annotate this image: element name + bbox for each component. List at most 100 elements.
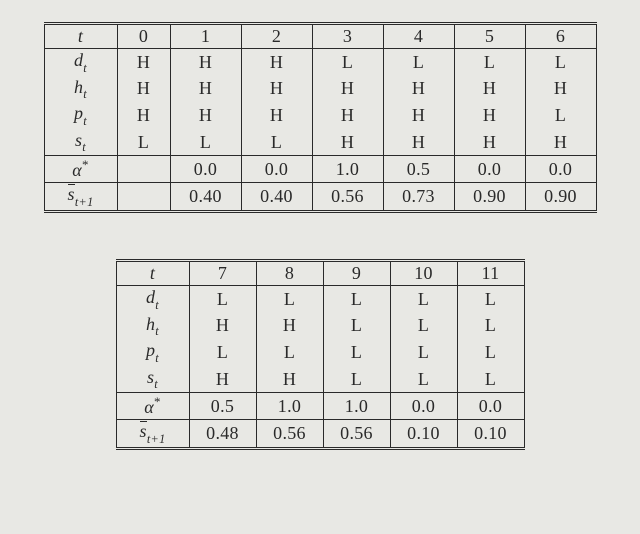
- cell: H: [189, 313, 256, 340]
- cell: 0.5: [189, 393, 256, 420]
- cell: H: [525, 129, 596, 156]
- header-alpha: α*: [116, 393, 189, 420]
- cell: 1.0: [323, 393, 390, 420]
- cell: H: [312, 129, 383, 156]
- cell: 2: [241, 24, 312, 49]
- cell: H: [189, 366, 256, 393]
- header-t: t: [44, 24, 117, 49]
- cell: 0.0: [457, 393, 524, 420]
- cell: H: [383, 76, 454, 103]
- cell: H: [117, 49, 170, 76]
- cell: H: [383, 102, 454, 129]
- cell: 5: [454, 24, 525, 49]
- cell: L: [256, 285, 323, 312]
- cell: 0.0: [241, 156, 312, 183]
- cell: H: [241, 102, 312, 129]
- cell: L: [323, 366, 390, 393]
- header-sbar: st+1: [44, 183, 117, 212]
- cell: 0.40: [241, 183, 312, 212]
- cell: 0.56: [323, 420, 390, 449]
- cell: L: [454, 49, 525, 76]
- table-row: pt H H H H H H L: [44, 102, 596, 129]
- cell: L: [457, 313, 524, 340]
- header-pt: pt: [44, 102, 117, 129]
- cell: 0.0: [390, 393, 457, 420]
- cell: H: [170, 102, 241, 129]
- table-row: α* 0.0 0.0 1.0 0.5 0.0 0.0: [44, 156, 596, 183]
- cell: 3: [312, 24, 383, 49]
- table-row: st+1 0.40 0.40 0.56 0.73 0.90 0.90: [44, 183, 596, 212]
- cell: H: [256, 366, 323, 393]
- cell: 0.73: [383, 183, 454, 212]
- table-2-wrap: t 7 8 9 10 11 dt L L L L L ht H H L L L …: [116, 259, 525, 450]
- cell: H: [256, 313, 323, 340]
- cell: 0.0: [454, 156, 525, 183]
- cell: 0.10: [390, 420, 457, 449]
- table-row: ht H H L L L: [116, 313, 524, 340]
- cell: 0.90: [454, 183, 525, 212]
- cell: 0: [117, 24, 170, 49]
- cell: 4: [383, 24, 454, 49]
- cell: 1.0: [256, 393, 323, 420]
- cell: 6: [525, 24, 596, 49]
- cell: H: [241, 76, 312, 103]
- table-row: st H H L L L: [116, 366, 524, 393]
- table-row: st L L L H H H H: [44, 129, 596, 156]
- cell: L: [390, 339, 457, 366]
- header-ht: ht: [44, 76, 117, 103]
- table-2: t 7 8 9 10 11 dt L L L L L ht H H L L L …: [116, 259, 525, 450]
- cell: L: [323, 285, 390, 312]
- cell: 0.40: [170, 183, 241, 212]
- header-st: st: [116, 366, 189, 393]
- cell: L: [457, 366, 524, 393]
- header-dt: dt: [44, 49, 117, 76]
- table-row: pt L L L L L: [116, 339, 524, 366]
- cell: 1: [170, 24, 241, 49]
- header-st: st: [44, 129, 117, 156]
- cell: 0.56: [312, 183, 383, 212]
- cell: L: [390, 285, 457, 312]
- table-row: ht H H H H H H H: [44, 76, 596, 103]
- cell: 10: [390, 260, 457, 285]
- cell: 0.48: [189, 420, 256, 449]
- cell: 9: [323, 260, 390, 285]
- table-row: dt H H H L L L L: [44, 49, 596, 76]
- cell: 0.90: [525, 183, 596, 212]
- table-row: t 0 1 2 3 4 5 6: [44, 24, 596, 49]
- table-row: α* 0.5 1.0 1.0 0.0 0.0: [116, 393, 524, 420]
- cell: L: [189, 339, 256, 366]
- header-ht: ht: [116, 313, 189, 340]
- cell: L: [312, 49, 383, 76]
- cell: H: [117, 76, 170, 103]
- cell: L: [457, 339, 524, 366]
- cell: L: [390, 366, 457, 393]
- cell: H: [525, 76, 596, 103]
- cell: H: [312, 76, 383, 103]
- cell: H: [383, 129, 454, 156]
- cell: L: [525, 102, 596, 129]
- cell: L: [457, 285, 524, 312]
- table-row: t 7 8 9 10 11: [116, 260, 524, 285]
- table-row: dt L L L L L: [116, 285, 524, 312]
- cell: L: [525, 49, 596, 76]
- cell: 0.0: [170, 156, 241, 183]
- cell: 0.5: [383, 156, 454, 183]
- cell: L: [170, 129, 241, 156]
- cell: 0.10: [457, 420, 524, 449]
- cell: H: [117, 102, 170, 129]
- cell: L: [383, 49, 454, 76]
- cell: 1.0: [312, 156, 383, 183]
- cell: L: [323, 313, 390, 340]
- cell: H: [241, 49, 312, 76]
- cell: 7: [189, 260, 256, 285]
- cell: L: [390, 313, 457, 340]
- cell: L: [241, 129, 312, 156]
- table-row: st+1 0.48 0.56 0.56 0.10 0.10: [116, 420, 524, 449]
- header-sbar: st+1: [116, 420, 189, 449]
- cell: H: [454, 129, 525, 156]
- cell: 11: [457, 260, 524, 285]
- header-t: t: [116, 260, 189, 285]
- cell: H: [312, 102, 383, 129]
- cell: H: [170, 49, 241, 76]
- header-pt: pt: [116, 339, 189, 366]
